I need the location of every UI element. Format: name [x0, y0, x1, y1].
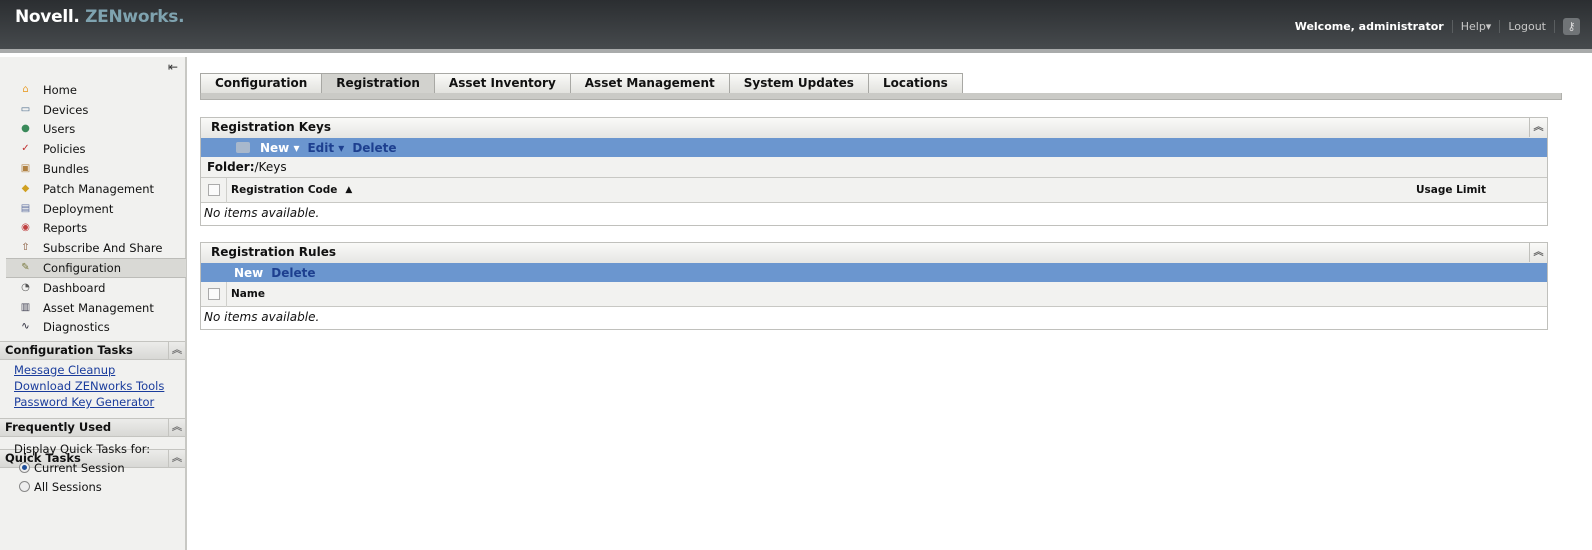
- tab-underline: [200, 93, 1562, 100]
- sidebar-item-bundles[interactable]: ▣ Bundles: [6, 159, 186, 179]
- folder-path: Folder:/Keys: [201, 157, 1547, 178]
- current-session-radio[interactable]: Current Session: [14, 461, 150, 480]
- novell-zenworks-logo: Novell. ZENworks.: [15, 7, 185, 27]
- sidebar-item-label: Bundles: [43, 162, 90, 177]
- tab-configuration[interactable]: Configuration: [200, 73, 322, 94]
- sidebar-item-label: Reports: [43, 221, 88, 236]
- configuration-tasks-header[interactable]: Configuration Tasks ︽: [0, 341, 185, 360]
- sidebar-item-patch-management[interactable]: ◆ Patch Management: [6, 179, 186, 199]
- sidebar-item-label: Asset Management: [43, 300, 154, 315]
- sidebar-item-label: Subscribe And Share: [43, 241, 163, 256]
- sidebar-item-subscribe-and-share[interactable]: ⇧ Subscribe And Share: [6, 238, 186, 258]
- reports-icon: ◉: [21, 222, 30, 234]
- panel-title: Registration Rules: [211, 245, 336, 259]
- sidebar-item-policies[interactable]: ✓ Policies: [6, 139, 186, 159]
- sidebar-item-label: Dashboard: [43, 280, 106, 295]
- collapse-icon[interactable]: ︽: [168, 342, 185, 359]
- registration-keys-panel: Registration Keys ︽ New ▾ Edit ▾ Delete F…: [200, 117, 1548, 226]
- tab-locations[interactable]: Locations: [867, 73, 963, 94]
- sidebar-item-label: Home: [43, 82, 77, 97]
- sidebar-item-dashboard[interactable]: ◔ Dashboard: [6, 278, 186, 298]
- column-registration-code[interactable]: Registration Code: [231, 184, 337, 196]
- sidebar-nav: ⌂ Home ▭ Devices ● Users ✓ Policies ▣ Bundles ◆ Pat…: [6, 80, 186, 337]
- policy-icon: ✓: [21, 143, 30, 155]
- diagnostics-icon: ∿: [21, 321, 30, 333]
- sidebar-item-label: Deployment: [43, 201, 114, 216]
- monitor-icon: ▭: [20, 103, 31, 115]
- subscribe-icon: ⇧: [21, 242, 30, 254]
- collapse-icon[interactable]: ︽: [168, 450, 185, 467]
- sidebar-item-label: Configuration: [43, 261, 121, 276]
- sidebar-item-label: Patch Management: [43, 181, 154, 196]
- wrench-icon: ✎: [21, 262, 30, 274]
- select-all-checkbox[interactable]: [201, 281, 227, 307]
- collapse-icon[interactable]: ︽: [1529, 243, 1547, 262]
- sidebar-item-users[interactable]: ● Users: [6, 120, 186, 140]
- tab-registration[interactable]: Registration: [321, 73, 434, 94]
- bundle-icon: ▣: [20, 163, 31, 175]
- welcome-text: Welcome, administrator: [1287, 20, 1453, 33]
- sidebar-item-label: Users: [43, 122, 76, 137]
- delete-button[interactable]: Delete: [352, 141, 396, 155]
- collapse-icon[interactable]: ︽: [1529, 118, 1547, 137]
- sidebar-item-label: Policies: [43, 142, 86, 157]
- frequently-used-header[interactable]: Frequently Used ︽: [0, 418, 185, 437]
- shield-icon: ◆: [21, 182, 30, 194]
- tab-system-updates[interactable]: System Updates: [728, 73, 868, 94]
- tab-asset-inventory[interactable]: Asset Inventory: [433, 73, 570, 94]
- collapse-sidebar-icon[interactable]: ⇤: [168, 60, 178, 74]
- collapse-icon[interactable]: ︽: [168, 419, 185, 436]
- delete-button[interactable]: Delete: [271, 266, 315, 280]
- quick-tasks-label: Display Quick Tasks for:: [14, 442, 151, 456]
- app-header: Novell. ZENworks. Welcome, administrator…: [0, 0, 1592, 53]
- dashboard-icon: ◔: [21, 281, 30, 293]
- sidebar-item-home[interactable]: ⌂ Home: [6, 80, 186, 100]
- sidebar-item-deployment[interactable]: ▤ Deployment: [6, 199, 186, 219]
- column-name[interactable]: Name: [231, 288, 265, 300]
- users-icon: ●: [21, 123, 30, 135]
- empty-message: No items available.: [204, 206, 320, 220]
- registration-rules-panel: Registration Rules ︽ New Delete Name No i…: [200, 242, 1548, 330]
- deployment-icon: ▤: [20, 202, 31, 214]
- sort-ascending-icon[interactable]: ▲: [345, 185, 352, 195]
- asset-icon: ▥: [20, 301, 31, 313]
- home-icon: ⌂: [22, 83, 29, 95]
- sidebar-item-reports[interactable]: ◉ Reports: [6, 219, 186, 239]
- sidebar-item-label: Diagnostics: [43, 320, 110, 335]
- all-sessions-radio[interactable]: All Sessions: [14, 480, 150, 499]
- sidebar-item-devices[interactable]: ▭ Devices: [6, 100, 186, 120]
- select-all-checkbox[interactable]: [201, 177, 227, 203]
- key-icon[interactable]: ⚷: [1563, 18, 1580, 35]
- tab-asset-management[interactable]: Asset Management: [569, 73, 729, 94]
- password-key-generator-link[interactable]: Password Key Generator: [14, 395, 164, 411]
- tab-bar: Configuration Registration Asset Invento…: [200, 73, 963, 94]
- message-cleanup-link[interactable]: Message Cleanup: [14, 363, 164, 379]
- column-usage-limit[interactable]: Usage Limit: [1416, 184, 1486, 196]
- sidebar-item-label: Devices: [43, 102, 89, 117]
- empty-message: No items available.: [204, 310, 320, 324]
- download-zenworks-tools-link[interactable]: Download ZENworks Tools: [14, 379, 164, 395]
- edit-button[interactable]: Edit ▾: [307, 141, 344, 155]
- sidebar-item-asset-management[interactable]: ▥ Asset Management: [6, 298, 186, 318]
- new-button[interactable]: New: [234, 266, 263, 280]
- new-button[interactable]: New ▾: [260, 141, 299, 155]
- folder-up-icon[interactable]: [236, 142, 250, 153]
- panel-title: Registration Keys: [211, 120, 331, 134]
- help-menu[interactable]: Help▾: [1453, 20, 1501, 33]
- sidebar-item-configuration[interactable]: ✎ Configuration: [6, 258, 186, 278]
- sidebar-item-diagnostics[interactable]: ∿ Diagnostics: [6, 318, 186, 338]
- logout-link[interactable]: Logout: [1500, 20, 1555, 33]
